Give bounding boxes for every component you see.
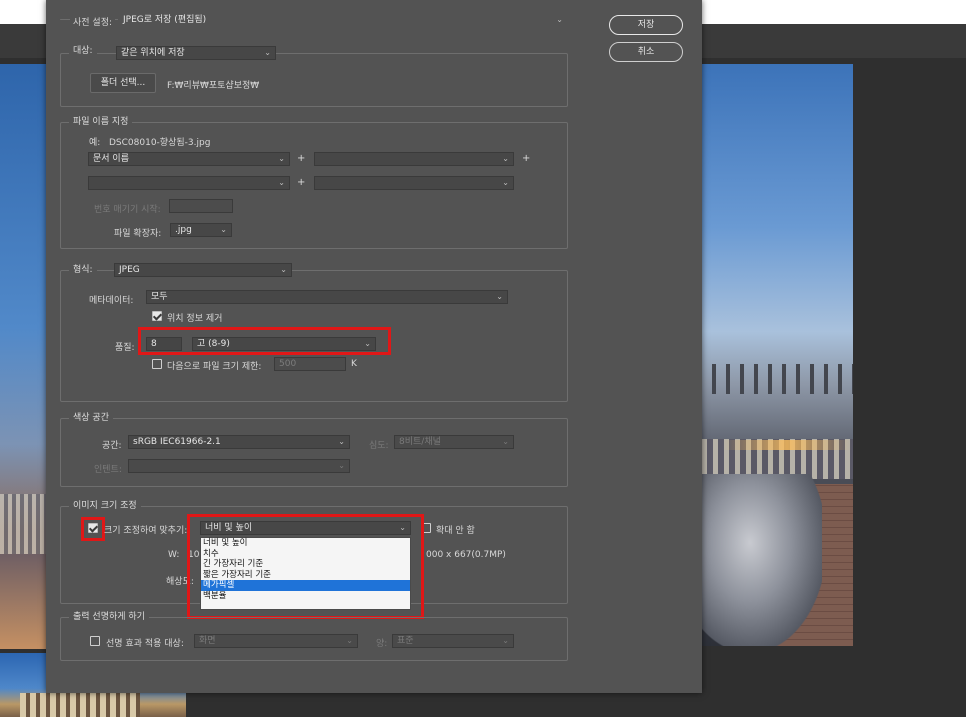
chevron-down-icon: ⌄: [264, 48, 271, 57]
remove-location-checkbox[interactable]: [152, 311, 162, 321]
quality-label: 품질:: [115, 343, 135, 353]
metadata-dropdown[interactable]: 모두 ⌄: [146, 290, 508, 304]
no-enlarge-label: 확대 안 함: [436, 526, 475, 536]
chevron-down-icon: ⌄: [278, 154, 285, 163]
limit-size-label: 다음으로 파일 크기 제한:: [167, 362, 262, 372]
depth-label: 심도:: [369, 441, 389, 451]
amount-dropdown[interactable]: 표준 ⌄: [392, 634, 514, 648]
chevron-down-icon: ⌄: [338, 437, 345, 446]
preset-value: JPEG로 저장 (편집됨): [123, 15, 207, 25]
name-part4-dropdown[interactable]: ⌄: [314, 176, 514, 190]
preset-label: 사전 설정:: [70, 15, 116, 28]
resize-checkbox-highlight: [81, 517, 105, 541]
chevron-down-icon: ⌄: [502, 437, 509, 446]
limit-size-input[interactable]: 500: [274, 357, 346, 371]
photo-preview-left: [0, 64, 46, 649]
chevron-down-icon: ⌄: [496, 292, 503, 301]
cancel-button[interactable]: 취소: [609, 42, 683, 62]
amount-value: 표준: [397, 636, 414, 646]
chevron-down-icon: ⌄: [346, 636, 353, 645]
chevron-down-icon: ⌄: [502, 154, 509, 163]
remove-location-label: 위치 정보 제거: [167, 314, 223, 324]
extension-dropdown[interactable]: .jpg ⌄: [170, 223, 232, 237]
intent-dropdown[interactable]: ⌄: [128, 459, 350, 473]
dropdown-highlight-box: [187, 514, 424, 619]
limit-size-unit: K: [351, 359, 357, 369]
resize-label: 크기 조정하여 맞추기:: [104, 526, 188, 536]
chevron-down-icon: ⌄: [556, 15, 563, 24]
wall-detail: [0, 554, 46, 649]
sharpen-checkbox[interactable]: [90, 636, 100, 646]
sharpen-target-dropdown[interactable]: 화면 ⌄: [194, 634, 358, 648]
spires-detail: [702, 364, 853, 394]
chevron-down-icon: ⌄: [338, 461, 345, 470]
sharpen-label: 선명 효과 적용 대상:: [106, 639, 184, 649]
output-sharpening-legend: 출력 선명하게 하기: [69, 612, 149, 623]
space-label: 공간:: [102, 441, 122, 451]
color-space-dropdown[interactable]: sRGB IEC61966-2.1 ⌄: [128, 435, 350, 449]
balcony-detail: [0, 494, 46, 554]
format-value: JPEG: [119, 265, 140, 275]
preset-dropdown[interactable]: JPEG로 저장 (편집됨) ⌄: [118, 13, 568, 27]
destination-dropdown[interactable]: 같은 위치에 저장 ⌄: [116, 46, 276, 60]
plus-sign: +: [522, 153, 531, 164]
chevron-down-icon: ⌄: [280, 265, 287, 274]
extension-value: .jpg: [175, 225, 192, 235]
sharpen-target-value: 화면: [199, 636, 216, 646]
save-button[interactable]: 저장: [609, 15, 683, 35]
plus-sign: +: [297, 177, 306, 188]
destination-value: 같은 위치에 저장: [121, 48, 185, 58]
plus-sign: +: [297, 153, 306, 164]
color-space-value: sRGB IEC61966-2.1: [133, 437, 221, 447]
chevron-down-icon: ⌄: [278, 178, 285, 187]
image-sizing-legend: 이미지 크기 조정: [69, 501, 141, 512]
amount-label: 양:: [376, 639, 388, 649]
photo-preview-right: [702, 64, 853, 646]
limit-size-checkbox[interactable]: [152, 359, 162, 369]
start-number-input[interactable]: [169, 199, 233, 213]
name-part1-dropdown[interactable]: 문서 이름 ⌄: [88, 152, 290, 166]
start-number-label: 번호 매기기 시작:: [94, 205, 161, 215]
format-label: 형식:: [73, 265, 93, 275]
color-space-group: 색상 공간: [60, 413, 568, 487]
quality-highlight-box: [138, 327, 391, 355]
arch-detail: [20, 693, 140, 717]
example-label: 예:: [89, 138, 101, 148]
name-part2-dropdown[interactable]: ⌄: [314, 152, 514, 166]
metadata-label: 메타데이터:: [89, 296, 134, 306]
file-naming-legend: 파일 이름 지정: [69, 117, 133, 128]
metadata-value: 모두: [151, 292, 168, 302]
select-folder-button[interactable]: 폴더 선택...: [90, 73, 156, 93]
export-dialog: 사전 설정: JPEG로 저장 (편집됨) ⌄ 저장 취소 대상: 같은 위치에…: [46, 0, 702, 693]
chevron-down-icon: ⌄: [502, 636, 509, 645]
color-space-legend: 색상 공간: [69, 413, 113, 424]
format-legend: 형식:: [69, 265, 97, 276]
destination-label: 대상:: [73, 46, 93, 56]
chevron-down-icon: ⌄: [220, 225, 227, 234]
extension-label: 파일 확장자:: [114, 229, 162, 239]
example-filename: DSC08010-향상됨-3.jpg: [109, 138, 211, 148]
width-label: W:: [168, 550, 180, 560]
depth-value: 8비트/채널: [399, 437, 441, 447]
lamp-glow: [722, 440, 852, 450]
name-part3-dropdown[interactable]: ⌄: [88, 176, 290, 190]
folder-path: F:₩리뷰₩포토샵보정₩: [167, 81, 260, 91]
lion-statue: [702, 474, 822, 646]
format-dropdown[interactable]: JPEG ⌄: [114, 263, 292, 277]
size-info: 000 x 667(0.7MP): [426, 550, 506, 560]
depth-dropdown[interactable]: 8비트/채널 ⌄: [394, 435, 514, 449]
intent-label: 인텐트:: [94, 465, 122, 475]
name-part1-value: 문서 이름: [93, 154, 129, 164]
destination-legend: 대상:: [69, 46, 97, 57]
chevron-down-icon: ⌄: [502, 178, 509, 187]
